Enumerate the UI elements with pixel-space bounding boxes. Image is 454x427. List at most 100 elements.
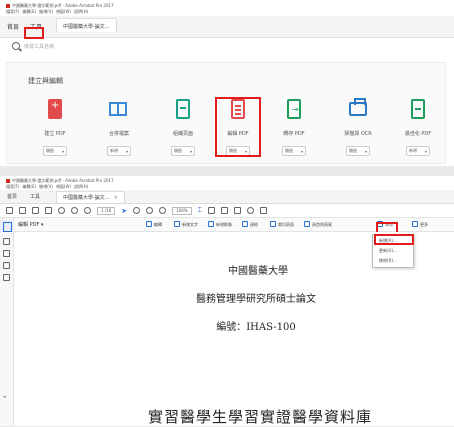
tool-label: 合併檔案 xyxy=(108,131,129,137)
tab-document[interactable]: 中國醫藥大學-論文... × xyxy=(56,191,125,203)
edit-tool-icon[interactable] xyxy=(0,220,14,232)
menu-view[interactable]: 檢視(V) xyxy=(39,9,53,14)
tools-panel: 中國醫藥大學-論文範例.pdf - Adobe Acrobat Pro 2017… xyxy=(0,0,454,166)
menu-window[interactable]: 視窗(W) xyxy=(56,9,71,14)
menu-file[interactable]: 檔案(F) xyxy=(6,9,19,14)
layers-icon[interactable] xyxy=(3,274,10,281)
zoom-out-icon[interactable] xyxy=(146,207,154,214)
combine-files-icon xyxy=(107,100,131,120)
next-page-icon[interactable] xyxy=(84,207,91,214)
edit-button[interactable]: 編輯 xyxy=(146,221,162,228)
thesis-type: 醫務管理學研究所碩士論文 xyxy=(196,294,316,305)
toolbar: 1 /16 ➤ 100% ⌶ xyxy=(0,204,454,218)
scroll-mode-icon[interactable] xyxy=(220,207,228,214)
image-icon xyxy=(208,221,214,227)
upload-icon[interactable] xyxy=(19,207,26,214)
print-icon[interactable] xyxy=(32,207,39,214)
edit-icon xyxy=(146,221,152,227)
tool-label: 轉存 PDF xyxy=(283,131,305,137)
bookmark-icon[interactable] xyxy=(3,250,10,257)
link-button[interactable]: 連結 xyxy=(242,221,258,228)
fit-page-icon[interactable] xyxy=(207,207,215,214)
menu-bar: 檔案(F) 編輯(E) 檢視(V) 視窗(W) 說明(H) xyxy=(6,9,91,15)
chevron-down-icon: ▾ xyxy=(424,148,427,154)
menu-file[interactable]: 檔案(F) xyxy=(6,184,19,189)
zoom-in-icon[interactable] xyxy=(159,207,167,214)
menu-view[interactable]: 檢視(V) xyxy=(39,184,53,189)
comment-icon[interactable] xyxy=(246,207,254,214)
link-icon xyxy=(242,221,248,227)
search-input[interactable]: 搜尋工具名稱 xyxy=(24,43,54,50)
add-text-button[interactable]: 新增文字 xyxy=(174,221,198,228)
chevron-down-icon: ▾ xyxy=(125,148,128,154)
highlight-new-item xyxy=(374,234,414,245)
collapse-icon[interactable]: ◂ xyxy=(3,394,6,400)
edit-pdf-panel: 中國醫藥大學-論文範例.pdf - Adobe Acrobat Pro 2017… xyxy=(0,176,454,426)
highlight-edit-pdf xyxy=(215,97,261,157)
export-pdf-icon xyxy=(287,99,301,119)
crop-button[interactable]: 裁切頁面 xyxy=(270,221,294,228)
tab-tools[interactable]: 工具 xyxy=(30,193,40,200)
tool-label: 掃描與 OCR xyxy=(344,131,372,137)
chevron-down-icon: ▾ xyxy=(300,148,303,154)
menu-edit[interactable]: 編輯(E) xyxy=(22,9,36,14)
prev-page-icon[interactable] xyxy=(71,207,78,214)
more-button[interactable]: 更多 xyxy=(412,221,428,228)
fit-width-icon[interactable]: ⌶ xyxy=(198,206,202,215)
add-button[interactable]: 新增 ▾ xyxy=(107,146,131,156)
add-image-button[interactable]: 新增影像 xyxy=(208,221,232,228)
open-button[interactable]: 開啟 ▾ xyxy=(43,146,67,156)
search-row: 搜尋工具名稱 xyxy=(12,42,452,54)
save-icon[interactable] xyxy=(6,207,13,214)
add-button[interactable]: 新增 ▾ xyxy=(406,146,430,156)
divider xyxy=(0,166,454,176)
thesis-title: 實習醫學生學習實證醫學資料庫 xyxy=(147,408,372,426)
menu-item-update[interactable]: 更新(U)... xyxy=(379,248,397,254)
acrobat-icon xyxy=(6,179,10,183)
pen-icon[interactable] xyxy=(259,207,267,214)
close-icon[interactable]: × xyxy=(114,195,118,201)
thesis-code: 編號：IHAS-100 xyxy=(216,322,296,333)
open-button[interactable]: 開啟 ▾ xyxy=(282,146,306,156)
tool-label: 建立 PDF xyxy=(44,131,66,137)
open-button[interactable]: 開啟 ▾ xyxy=(346,146,370,156)
header-footer-icon xyxy=(304,221,310,227)
pages-icon[interactable] xyxy=(3,238,10,245)
tab-document[interactable]: 中國醫藥大學-論文... xyxy=(56,18,117,32)
tool-scan-ocr[interactable]: 掃描與 OCR 開啟 ▾ xyxy=(328,98,388,156)
acrobat-icon xyxy=(6,4,10,8)
tool-label: 最佳化 PDF xyxy=(404,131,432,137)
tab-home[interactable]: 首頁 xyxy=(7,193,17,200)
page-indicator[interactable]: 1 /16 xyxy=(97,206,116,215)
tool-combine[interactable]: 合併檔案 新增 ▾ xyxy=(89,98,149,156)
chevron-down-icon: ▾ xyxy=(364,148,367,154)
tab-home[interactable]: 首頁 xyxy=(7,22,19,31)
chevron-down-icon: ▾ xyxy=(61,148,64,154)
find-icon[interactable] xyxy=(58,207,65,214)
hand-icon[interactable] xyxy=(133,207,141,214)
scan-icon xyxy=(349,98,367,116)
tool-optimize-pdf[interactable]: 最佳化 PDF 新增 ▾ xyxy=(388,98,448,156)
header-footer-button[interactable]: 頁首與頁尾 xyxy=(304,221,332,228)
create-pdf-icon xyxy=(48,99,62,119)
edit-pdf-title[interactable]: 編輯 PDF ▾ xyxy=(18,221,43,228)
tool-organize[interactable]: 組織頁面 開啟 ▾ xyxy=(153,98,213,156)
search-icon[interactable] xyxy=(12,42,20,50)
organize-pages-icon xyxy=(176,99,190,119)
tool-create-pdf[interactable]: 建立 PDF 開啟▾ xyxy=(25,98,85,156)
text-icon xyxy=(174,221,180,227)
chevron-down-icon: ▾ xyxy=(189,148,192,154)
tool-export-pdf[interactable]: 轉存 PDF 開啟▾ xyxy=(264,98,324,156)
zoom-select[interactable]: 100% xyxy=(172,206,192,215)
keyboard-icon[interactable] xyxy=(233,207,241,214)
open-button[interactable]: 開啟 ▾ xyxy=(171,146,195,156)
menu-help[interactable]: 說明(H) xyxy=(74,184,88,189)
crop-icon xyxy=(270,221,276,227)
menu-edit[interactable]: 編輯(E) xyxy=(22,184,36,189)
menu-help[interactable]: 說明(H) xyxy=(74,9,88,14)
menu-window[interactable]: 視窗(W) xyxy=(56,184,71,189)
menu-item-remove[interactable]: 移除(R)... xyxy=(379,258,397,264)
select-cursor-icon[interactable]: ➤ xyxy=(121,207,127,215)
attachment-icon[interactable] xyxy=(3,262,10,269)
email-icon[interactable] xyxy=(45,207,52,214)
